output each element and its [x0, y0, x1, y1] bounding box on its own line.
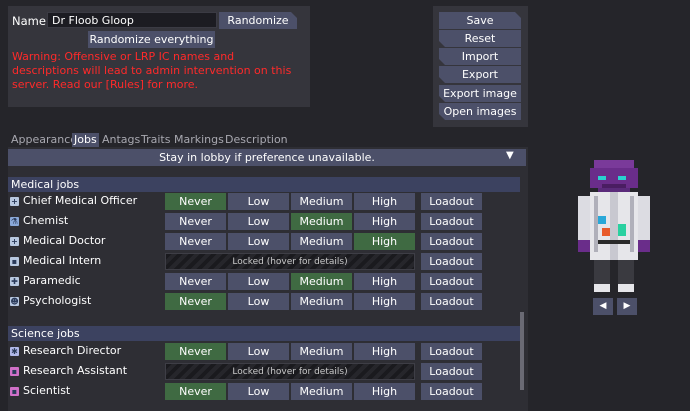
priority-never[interactable]: Never [165, 273, 226, 290]
priority-never[interactable]: Never [165, 343, 226, 360]
priority-medium[interactable]: Medium [291, 193, 352, 210]
loadout-button[interactable]: Loadout [421, 213, 482, 230]
section-header-medical: Medical jobs [8, 177, 520, 192]
priority-medium[interactable]: Medium [291, 293, 352, 310]
job-name-paramedic: Paramedic [23, 274, 81, 287]
medical-intern-icon: ▪ [10, 257, 19, 266]
medical-job-icon: + [10, 197, 19, 206]
priority-never[interactable]: Never [165, 213, 226, 230]
randomize-everything-button[interactable]: Randomize everything [88, 31, 215, 48]
priority-low[interactable]: Low [228, 193, 289, 210]
psychologist-icon: ☻ [10, 297, 19, 306]
tab-antags[interactable]: Antags [100, 133, 142, 147]
tab-markings[interactable]: Markings [172, 133, 226, 147]
priority-medium[interactable]: Medium [291, 233, 352, 250]
priority-high[interactable]: High [354, 273, 415, 290]
priority-low[interactable]: Low [228, 233, 289, 250]
chemist-icon: ⚗ [10, 217, 19, 226]
name-warning-text: Warning: Offensive or LRP IC names and d… [12, 50, 292, 91]
priority-never[interactable]: Never [165, 193, 226, 210]
rotate-right-button[interactable]: ▶ [617, 298, 637, 315]
loadout-button[interactable]: Loadout [421, 253, 482, 270]
import-button[interactable]: Import [439, 48, 521, 65]
priority-medium[interactable]: Medium [291, 343, 352, 360]
medical-doctor-icon: + [10, 237, 19, 246]
job-name-medical-doctor: Medical Doctor [23, 234, 106, 247]
paramedic-icon: ✚ [10, 277, 19, 286]
priority-low[interactable]: Low [228, 293, 289, 310]
export-image-button[interactable]: Export image [439, 85, 521, 102]
priority-high[interactable]: High [354, 293, 415, 310]
job-name-chemist: Chemist [23, 214, 69, 227]
priority-low[interactable]: Low [228, 383, 289, 400]
section-header-science: Science jobs [8, 326, 520, 341]
job-name-research-director: Research Director [23, 344, 122, 357]
priority-high[interactable]: High [354, 193, 415, 210]
loadout-button[interactable]: Loadout [421, 343, 482, 360]
priority-medium[interactable]: Medium [291, 273, 352, 290]
priority-high[interactable]: High [354, 383, 415, 400]
priority-low[interactable]: Low [228, 343, 289, 360]
job-name-research-assistant: Research Assistant [23, 364, 128, 377]
priority-low[interactable]: Low [228, 213, 289, 230]
priority-high[interactable]: High [354, 233, 415, 250]
loadout-button[interactable]: Loadout [421, 193, 482, 210]
priority-medium[interactable]: Medium [291, 213, 352, 230]
locked-job-bar[interactable]: Locked (hover for details) [165, 253, 415, 270]
tab-appearance[interactable]: Appearance [9, 133, 79, 147]
priority-medium[interactable]: Medium [291, 383, 352, 400]
reset-button[interactable]: Reset [439, 30, 521, 47]
job-name-chief-medical-officer: Chief Medical Officer [23, 194, 138, 207]
name-label: Name: [12, 14, 50, 28]
locked-job-bar[interactable]: Locked (hover for details) [165, 363, 415, 380]
save-button[interactable]: Save [439, 12, 521, 29]
priority-never[interactable]: Never [165, 233, 226, 250]
name-input[interactable] [47, 12, 217, 28]
priority-high[interactable]: High [354, 343, 415, 360]
export-button[interactable]: Export [439, 66, 521, 83]
randomize-button[interactable]: Randomize [219, 12, 297, 29]
tab-description[interactable]: Description [223, 133, 290, 147]
loadout-button[interactable]: Loadout [421, 383, 482, 400]
loadout-button[interactable]: Loadout [421, 273, 482, 290]
character-preview-sprite [578, 160, 650, 292]
job-name-psychologist: Psychologist [23, 294, 92, 307]
tab-traits[interactable]: Traits [139, 133, 172, 147]
research-director-icon: ✱ [10, 347, 19, 356]
scientist-icon: ▪ [10, 387, 19, 396]
priority-high[interactable]: High [354, 213, 415, 230]
priority-low[interactable]: Low [228, 273, 289, 290]
job-name-scientist: Scientist [23, 384, 71, 397]
priority-never[interactable]: Never [165, 293, 226, 310]
open-images-button[interactable]: Open images [439, 103, 521, 120]
priority-never[interactable]: Never [165, 383, 226, 400]
loadout-button[interactable]: Loadout [421, 233, 482, 250]
tab-jobs[interactable]: Jobs [72, 133, 99, 147]
dropdown-arrow-icon: ▼ [506, 150, 514, 161]
stay-in-lobby-dropdown[interactable]: Stay in lobby if preference unavailable. [8, 149, 526, 166]
research-assistant-icon: ▪ [10, 367, 19, 376]
loadout-button[interactable]: Loadout [421, 293, 482, 310]
loadout-button[interactable]: Loadout [421, 363, 482, 380]
jobs-scrollbar[interactable] [520, 312, 524, 390]
job-name-medical-intern: Medical Intern [23, 254, 102, 267]
rotate-left-button[interactable]: ◀ [593, 298, 613, 315]
